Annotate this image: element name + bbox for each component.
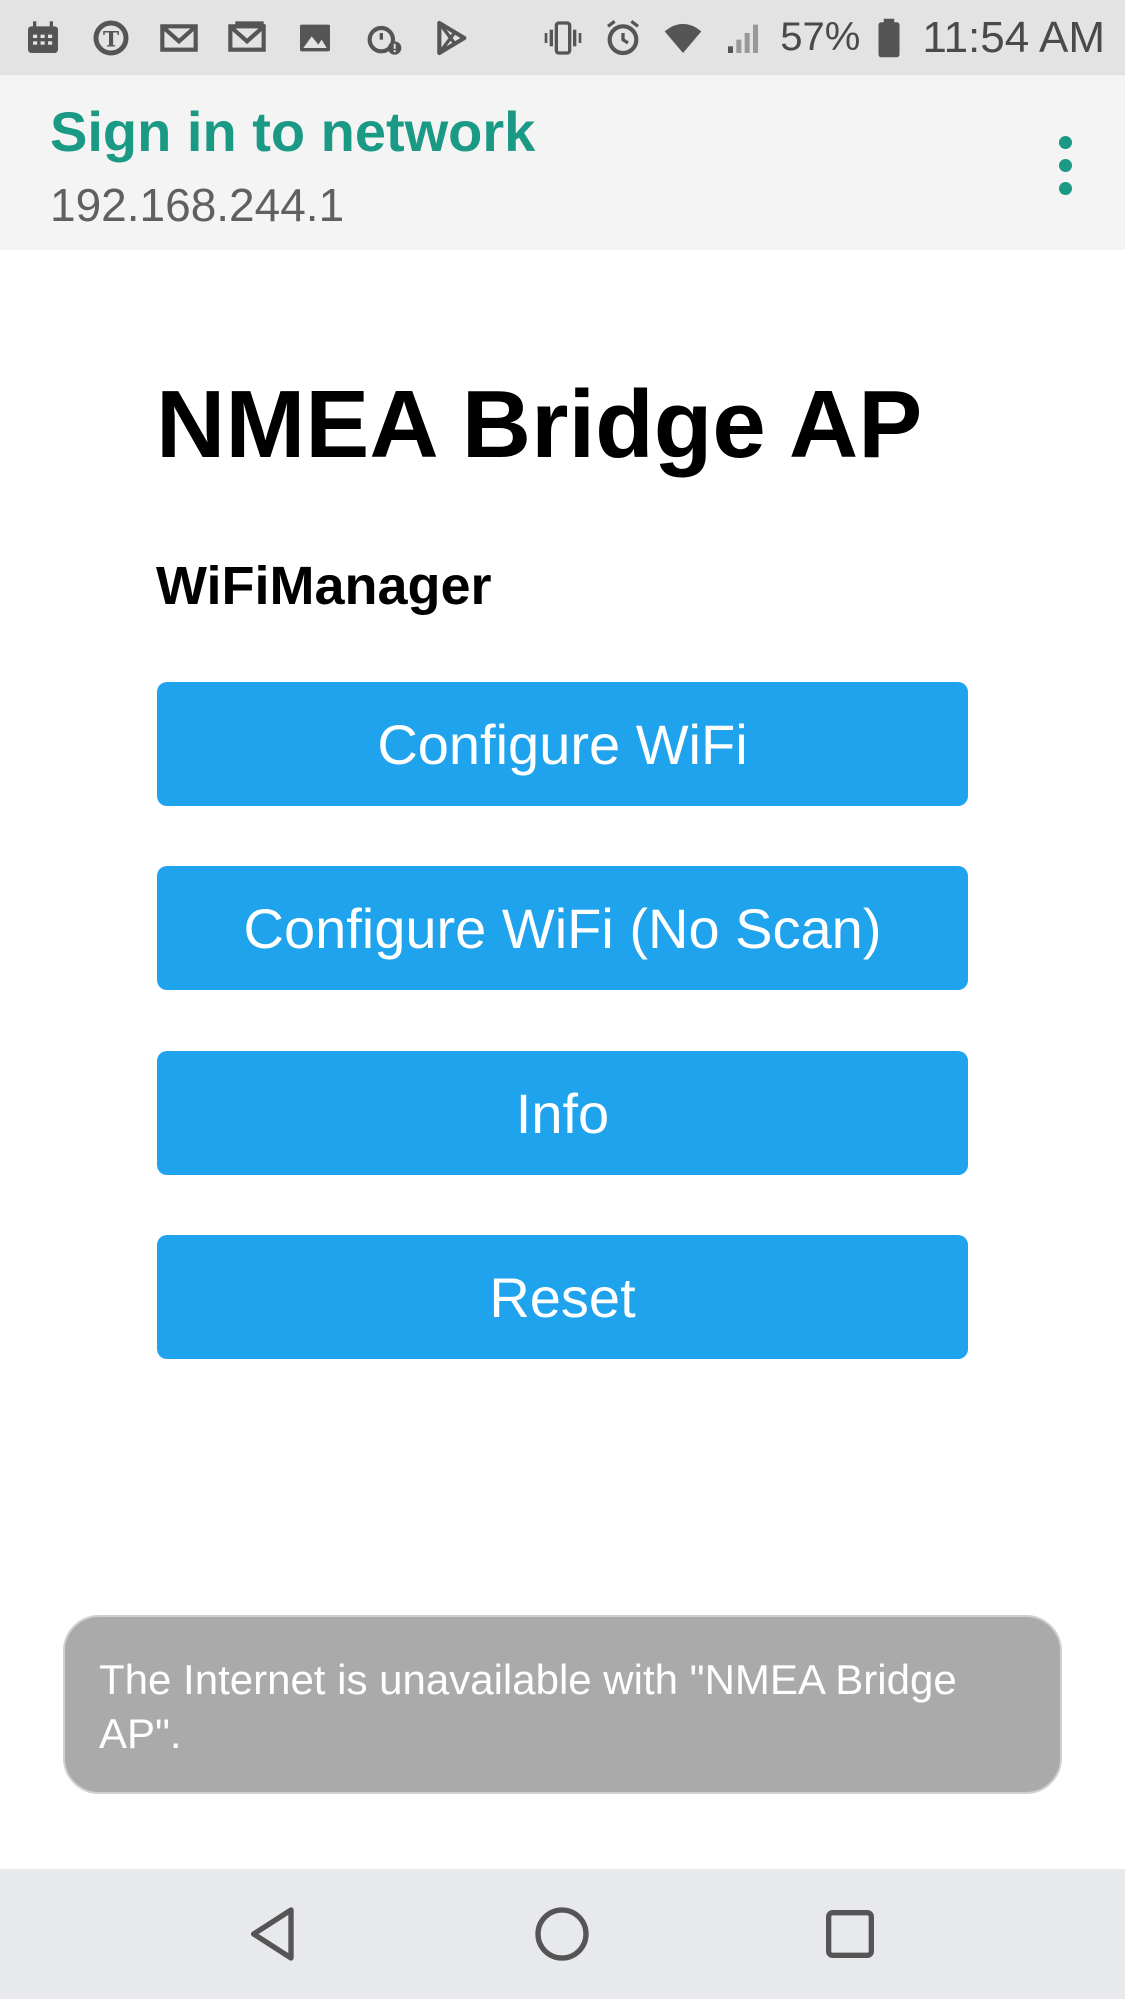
battery-icon: [874, 15, 904, 61]
alarm-icon: [600, 15, 646, 61]
play-store-icon: [428, 15, 474, 61]
wifi-no-internet-icon: [660, 15, 706, 61]
more-vert-icon[interactable]: [1035, 125, 1095, 205]
captive-portal-header: Sign in to network 192.168.244.1: [0, 75, 1125, 250]
menu-dot: [1058, 158, 1072, 172]
header-title: Sign in to network: [50, 100, 536, 163]
info-button[interactable]: Info: [157, 1051, 968, 1175]
alarm-alert-icon: [360, 15, 406, 61]
back-icon[interactable]: [235, 1894, 315, 1974]
battery-percent: 57%: [780, 15, 861, 59]
clock: 11:54 AM: [922, 13, 1105, 62]
gallery-icon: [292, 15, 338, 61]
home-icon[interactable]: [522, 1894, 602, 1974]
configure-wifi-button[interactable]: Configure WiFi: [157, 682, 968, 806]
svg-text:T: T: [103, 27, 119, 52]
header-ip-address: 192.168.244.1: [50, 179, 345, 231]
toast: The Internet is unavailable with "NMEA B…: [63, 1615, 1062, 1794]
gmail-icon: [156, 15, 202, 61]
recents-icon[interactable]: [810, 1894, 890, 1974]
menu-dot: [1058, 135, 1072, 149]
toast-message: The Internet is unavailable with "NMEA B…: [99, 1656, 957, 1757]
menu-dot: [1058, 181, 1072, 195]
page-subtitle: WiFiManager: [156, 556, 492, 616]
nytimes-icon: T: [88, 15, 134, 61]
status-bar: T 57% 11:54 AM: [0, 0, 1125, 75]
notification-icons: T: [20, 0, 474, 75]
page-title: NMEA Bridge AP: [156, 371, 923, 478]
system-indicators: 57% 11:54 AM: [540, 0, 1105, 75]
calendar-icon: [20, 15, 66, 61]
signal-icon: [720, 15, 766, 61]
configure-wifi-no-scan-button[interactable]: Configure WiFi (No Scan): [157, 866, 968, 990]
navigation-bar: [0, 1869, 1125, 1999]
reset-button[interactable]: Reset: [157, 1235, 968, 1359]
gmail-icon: [224, 15, 270, 61]
vibrate-icon: [540, 15, 586, 61]
